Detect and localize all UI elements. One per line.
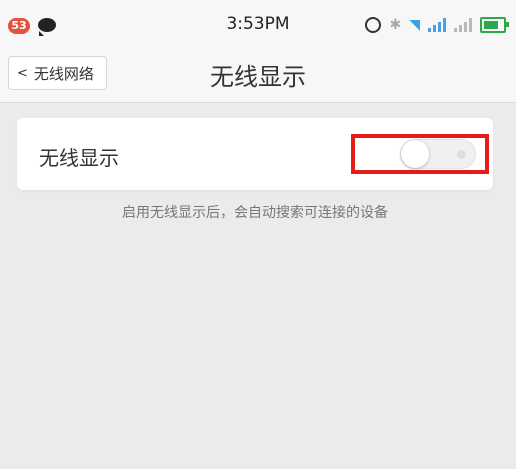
hint-text: 启用无线显示后，会自动搜索可连接的设备 xyxy=(122,205,388,221)
setting-label: 无线显示 xyxy=(39,146,119,170)
wireless-display-setting: 无线显示 xyxy=(17,118,493,190)
signal-icon xyxy=(428,18,446,32)
wifi-icon: ◥ xyxy=(409,17,420,33)
page-title: 无线显示 xyxy=(210,63,306,91)
signal-icon xyxy=(454,18,472,32)
status-icons: ✱ ◥ xyxy=(365,15,509,35)
bluetooth-icon: ✱ xyxy=(389,17,402,33)
navigation-header: < 无线网络 无线显示 xyxy=(0,40,516,103)
alarm-icon xyxy=(365,17,382,33)
toggle-dot xyxy=(457,150,466,159)
status-bar: 53 3:53PM ✱ ◥ xyxy=(0,0,516,40)
wireless-display-toggle[interactable] xyxy=(400,139,476,169)
toggle-knob xyxy=(401,140,429,168)
battery-icon xyxy=(480,17,509,33)
